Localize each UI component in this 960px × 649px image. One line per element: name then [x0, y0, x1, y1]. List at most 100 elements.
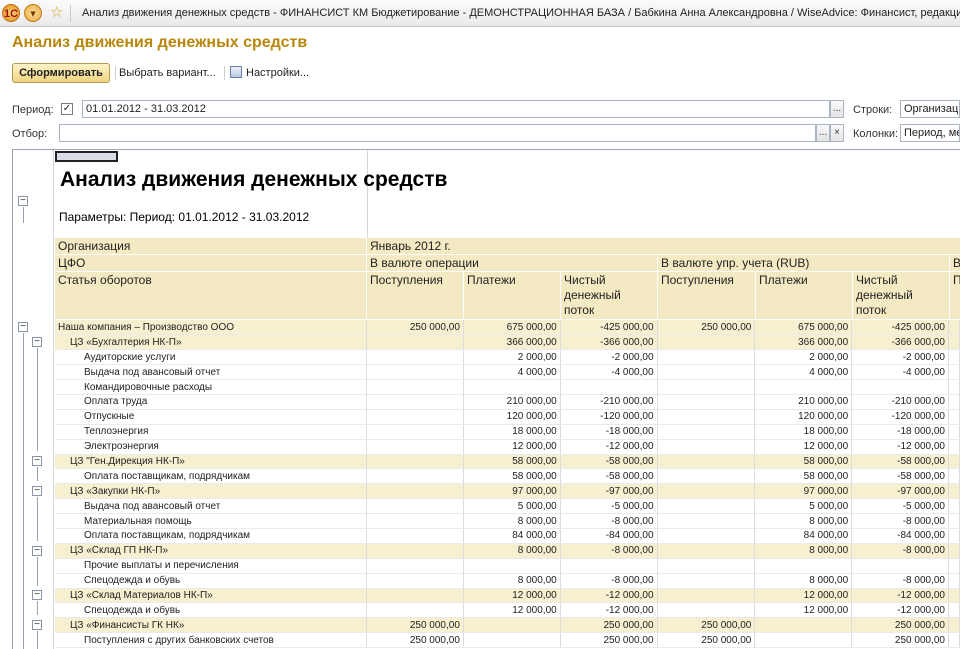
receipts-mgmt-cell[interactable]	[657, 349, 756, 366]
net-flow-mgmt-cell[interactable]: -5 000,00	[851, 498, 949, 515]
net-flow-mgmt-cell[interactable]: -425 000,00	[851, 320, 949, 336]
receipts-cell[interactable]	[366, 602, 464, 619]
payments-mgmt-cell[interactable]: 8 000,00	[754, 573, 853, 589]
article-cell[interactable]: ЦЗ «Бухгалтерия НК-П»	[55, 334, 368, 351]
net-flow-cell[interactable]: -2 000,00	[560, 349, 658, 366]
table-row[interactable]: ЦЗ «Финансисты ГК НК» 250 000,00 250 000,0…	[55, 617, 960, 634]
receipts-cell[interactable]	[366, 334, 464, 351]
net-flow-cell[interactable]: -366 000,00	[560, 334, 658, 351]
payments-cell[interactable]: 58 000,00	[463, 468, 561, 485]
receipts-cell[interactable]	[366, 409, 464, 425]
collapse-header-icon[interactable]: −	[18, 196, 28, 206]
payments-cell[interactable]: 18 000,00	[463, 424, 561, 440]
payments-mgmt-cell[interactable]: 97 000,00	[754, 483, 853, 500]
receipts-cell[interactable]	[366, 483, 464, 500]
period-checkbox[interactable]: ✓	[61, 103, 73, 115]
net-flow-cell[interactable]	[560, 558, 658, 574]
receipts-mgmt-cell[interactable]	[657, 468, 756, 485]
receipts-cell[interactable]	[366, 513, 464, 529]
article-cell[interactable]: Аудиторские услуги	[55, 349, 368, 366]
receipts-cell[interactable]	[366, 468, 464, 485]
payments-cell[interactable]	[463, 558, 561, 574]
article-cell[interactable]: Оплата труда	[55, 394, 368, 410]
collapse-group-icon[interactable]: −	[32, 590, 42, 600]
payments-mgmt-cell[interactable]	[754, 632, 853, 649]
net-flow-mgmt-cell[interactable]: -12 000,00	[851, 588, 949, 604]
receipts-cell[interactable]: 250 000,00	[366, 320, 464, 336]
payments-mgmt-cell[interactable]: 5 000,00	[754, 498, 853, 515]
receipts-cell[interactable]	[366, 528, 464, 544]
receipts-mgmt-cell[interactable]	[657, 334, 756, 351]
main-menu-chevron-icon[interactable]: ▾	[24, 4, 42, 22]
receipts-cell[interactable]	[366, 498, 464, 515]
article-cell[interactable]: ЦЗ «Закупки НК-П»	[55, 483, 368, 500]
filter-select-button[interactable]: ...	[816, 124, 830, 142]
payments-mgmt-cell[interactable]: 8 000,00	[754, 513, 853, 529]
receipts-mgmt-cell[interactable]	[657, 602, 756, 619]
payments-mgmt-cell[interactable]: 12 000,00	[754, 439, 853, 455]
receipts-cell[interactable]	[366, 558, 464, 574]
net-flow-mgmt-cell[interactable]: -12 000,00	[851, 439, 949, 455]
receipts-mgmt-cell[interactable]	[657, 409, 756, 425]
payments-mgmt-cell[interactable]: 58 000,00	[754, 454, 853, 470]
receipts-cell[interactable]: 250 000,00	[366, 617, 464, 634]
payments-cell[interactable]	[463, 379, 561, 395]
report-spreadsheet[interactable]: − − − − − − − − Анализ движения денежных…	[12, 149, 960, 649]
payments-cell[interactable]: 5 000,00	[463, 498, 561, 515]
payments-cell[interactable]: 8 000,00	[463, 573, 561, 589]
payments-cell[interactable]: 12 000,00	[463, 439, 561, 455]
collapse-group-icon[interactable]: −	[32, 456, 42, 466]
receipts-cell[interactable]	[366, 439, 464, 455]
table-row[interactable]: Прочие выплаты и перечисления	[55, 558, 960, 574]
article-cell[interactable]: Командировочные расходы	[55, 379, 368, 395]
net-flow-mgmt-cell[interactable]	[851, 379, 949, 395]
collapse-group-icon[interactable]: −	[32, 620, 42, 630]
net-flow-mgmt-cell[interactable]: -2 000,00	[851, 349, 949, 366]
receipts-mgmt-cell[interactable]	[657, 528, 756, 544]
receipts-mgmt-cell[interactable]: 250 000,00	[657, 617, 756, 634]
net-flow-cell[interactable]: -120 000,00	[560, 409, 658, 425]
article-cell[interactable]: Поступления с других банковских счетов	[55, 632, 368, 649]
payments-mgmt-cell[interactable]	[754, 379, 853, 395]
article-cell[interactable]: Отпускные	[55, 409, 368, 425]
net-flow-mgmt-cell[interactable]: -8 000,00	[851, 513, 949, 529]
payments-cell[interactable]: 12 000,00	[463, 588, 561, 604]
net-flow-mgmt-cell[interactable]: -97 000,00	[851, 483, 949, 500]
article-cell[interactable]: ЦЗ «Финансисты ГК НК»	[55, 617, 368, 634]
settings-icon[interactable]	[230, 66, 242, 78]
payments-cell[interactable]: 8 000,00	[463, 513, 561, 529]
net-flow-mgmt-cell[interactable]: -8 000,00	[851, 543, 949, 559]
receipts-mgmt-cell[interactable]	[657, 394, 756, 410]
article-cell[interactable]: Наша компания – Производство ООО	[55, 320, 368, 336]
payments-cell[interactable]	[463, 632, 561, 649]
table-row[interactable]: Наша компания – Производство ООО 250 000,…	[55, 320, 960, 336]
net-flow-cell[interactable]: 250 000,00	[560, 632, 658, 649]
favorites-star-icon[interactable]: ☆	[50, 4, 63, 22]
receipts-mgmt-cell[interactable]	[657, 498, 756, 515]
table-row[interactable]: ЦЗ «Склад ГП НК-П» 8 000,00 -8 000,00 8 000…	[55, 543, 960, 559]
article-cell[interactable]: Спецодежда и обувь	[55, 602, 368, 619]
receipts-mgmt-cell[interactable]	[657, 483, 756, 500]
table-row[interactable]: Выдача под авансовый отчет 5 000,00 -5 000…	[55, 498, 960, 515]
receipts-mgmt-cell[interactable]	[657, 573, 756, 589]
columns-input[interactable]: Период, ме	[900, 124, 960, 142]
article-cell[interactable]: Выдача под авансовый отчет	[55, 498, 368, 515]
net-flow-mgmt-cell[interactable]: -18 000,00	[851, 424, 949, 440]
net-flow-mgmt-cell[interactable]: -4 000,00	[851, 364, 949, 381]
payments-cell[interactable]: 210 000,00	[463, 394, 561, 410]
receipts-cell[interactable]	[366, 588, 464, 604]
collapse-org-icon[interactable]: −	[18, 322, 28, 332]
payments-mgmt-cell[interactable]: 12 000,00	[754, 602, 853, 619]
net-flow-cell[interactable]: -425 000,00	[560, 320, 658, 336]
net-flow-cell[interactable]: -210 000,00	[560, 394, 658, 410]
receipts-mgmt-cell[interactable]: 250 000,00	[657, 320, 756, 336]
net-flow-cell[interactable]: -4 000,00	[560, 364, 658, 381]
net-flow-cell[interactable]	[560, 379, 658, 395]
receipts-mgmt-cell[interactable]	[657, 439, 756, 455]
payments-mgmt-cell[interactable]: 18 000,00	[754, 424, 853, 440]
payments-cell[interactable]: 4 000,00	[463, 364, 561, 381]
net-flow-cell[interactable]: -18 000,00	[560, 424, 658, 440]
article-cell[interactable]: Оплата поставщикам, подрядчикам	[55, 528, 368, 544]
table-row[interactable]: ЦЗ «Склад Материалов НК-П» 12 000,00 -12 0…	[55, 588, 960, 604]
payments-mgmt-cell[interactable]: 58 000,00	[754, 468, 853, 485]
